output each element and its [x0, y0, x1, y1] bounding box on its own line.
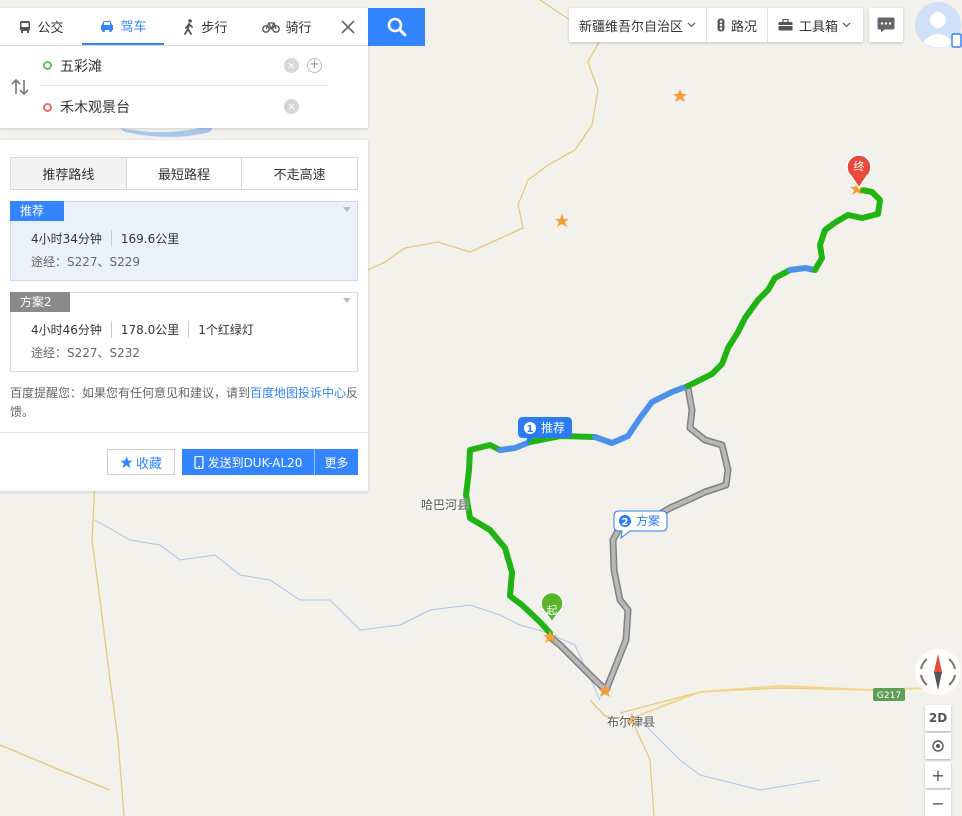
route2-callout-label: 方案	[636, 513, 660, 528]
route-result-panel: 推荐路线 最短路程 不走高速 推荐 4小时34分钟 169.6公里 途经：S22…	[0, 140, 368, 491]
compass-control[interactable]	[913, 647, 962, 696]
plan-2-expand-icon[interactable]	[343, 298, 351, 303]
route1-callout-label: 推荐	[541, 421, 565, 435]
start-marker-label: 起	[547, 604, 558, 617]
traffic-button[interactable]: 路况	[707, 8, 769, 42]
destination-clear-button[interactable]: ×	[284, 99, 299, 114]
tab-recommended[interactable]: 推荐路线	[11, 158, 127, 189]
traffic-label: 路况	[731, 19, 758, 35]
destination-input[interactable]	[60, 99, 280, 115]
user-avatar[interactable]	[912, 0, 962, 50]
complaint-center-link[interactable]: 百度地图投诉中心	[250, 386, 346, 400]
route-pref-tabs: 推荐路线 最短路程 不走高速	[10, 157, 358, 190]
traffic-light-icon	[717, 18, 725, 32]
car-icon	[101, 20, 114, 32]
walk-icon	[184, 18, 194, 35]
plan-2-distance: 178.0公里	[110, 321, 188, 338]
bus-icon	[20, 20, 31, 33]
burqin-label: 布尔津县	[607, 715, 656, 729]
plan-2-via: 途经：S227、S232	[31, 346, 141, 360]
panel-divider	[0, 432, 368, 433]
plan-1-summary: 4小时34分钟 169.6公里	[31, 230, 188, 247]
habahe-label: 哈巴河县	[421, 498, 470, 512]
plan-1-via: 途经：S227、S229	[31, 255, 141, 269]
more-button[interactable]: 更多	[314, 449, 358, 475]
plan-2-summary: 4小时46分钟 178.0公里 1个红绿灯	[31, 321, 263, 338]
route-input-box: × + ×	[0, 46, 368, 128]
travel-mode-bar: 公交 驾车 步行 骑行	[0, 8, 368, 46]
plan-1-tag: 推荐	[10, 201, 64, 221]
tab-no-highway[interactable]: 不走高速	[242, 158, 358, 189]
close-button[interactable]	[328, 8, 368, 45]
notice-prefix: 百度提醒您：如果您有任何意见和建议，请到	[10, 386, 251, 400]
swap-button[interactable]	[10, 78, 30, 96]
toolbox-label: 工具箱	[799, 19, 839, 35]
tab-bus[interactable]: 公交	[0, 8, 82, 45]
zoom-out-button[interactable]: −	[925, 790, 951, 816]
message-button[interactable]	[869, 8, 903, 42]
tab-walk-label: 步行	[201, 21, 228, 36]
search-button[interactable]	[368, 8, 425, 46]
origin-dot-icon	[43, 61, 52, 70]
search-icon	[387, 17, 406, 37]
g217-label: G217	[877, 691, 901, 701]
tab-bike-label: 骑行	[285, 21, 312, 36]
chat-icon	[877, 17, 895, 33]
top-toolbar: 新疆维吾尔自治区 路况 工具箱	[569, 8, 863, 42]
end-marker-label: 终	[854, 159, 865, 173]
locate-button[interactable]	[925, 733, 951, 759]
plan-1-time: 4小时34分钟	[31, 232, 102, 246]
bike-icon	[262, 22, 281, 33]
swap-icon	[11, 78, 29, 96]
star-icon	[120, 455, 133, 468]
tab-bus-label: 公交	[37, 21, 64, 36]
route-plan-1[interactable]: 推荐 4小时34分钟 169.6公里 途经：S227、S229	[10, 201, 358, 281]
avatar-icon	[915, 2, 962, 48]
plan-2-traffic-lights: 1个红绿灯	[188, 321, 263, 338]
send-to-phone-label: 发送到DUK-AL20	[207, 455, 303, 470]
route1-callout-num: 1	[527, 424, 534, 435]
favorite-button[interactable]: 收藏	[107, 449, 175, 475]
toolbox-button[interactable]: 工具箱	[768, 8, 861, 42]
route-plan-2[interactable]: 方案2 4小时46分钟 178.0公里 1个红绿灯 途经：S227、S232	[10, 292, 358, 372]
phone-icon	[193, 455, 204, 469]
region-selector[interactable]: 新疆维吾尔自治区	[569, 8, 708, 42]
feedback-notice: 百度提醒您：如果您有任何意见和建议，请到百度地图投诉中心反馈。	[10, 384, 360, 422]
plan-1-expand-icon[interactable]	[343, 207, 351, 212]
region-label: 新疆维吾尔自治区	[579, 19, 684, 35]
send-to-phone-button[interactable]: 发送到DUK-AL20	[182, 449, 314, 475]
chevron-down-icon	[842, 22, 851, 28]
tab-bike[interactable]: 骑行	[246, 8, 328, 45]
add-waypoint-button[interactable]: +	[307, 58, 322, 73]
locate-icon	[932, 740, 944, 752]
tab-drive-label: 驾车	[120, 20, 147, 35]
toolbox-icon	[778, 19, 793, 31]
plan-1-distance: 169.6公里	[110, 230, 188, 247]
close-icon	[341, 19, 355, 34]
tab-shortest[interactable]: 最短路程	[126, 158, 243, 189]
tab-drive[interactable]: 驾车	[82, 8, 164, 45]
destination-dot-icon	[43, 102, 52, 112]
origin-input[interactable]	[60, 57, 280, 74]
view-2d-button[interactable]: 2D	[925, 705, 951, 731]
favorite-label: 收藏	[135, 456, 162, 472]
zoom-in-button[interactable]: +	[925, 762, 951, 788]
tab-walk[interactable]: 步行	[164, 8, 246, 45]
route2-callout-num: 2	[622, 517, 629, 528]
plan-2-time: 4小时46分钟	[31, 323, 102, 337]
plan-2-tag: 方案2	[10, 292, 70, 312]
compass-icon	[915, 649, 961, 695]
origin-clear-button[interactable]: ×	[284, 58, 299, 73]
chevron-down-icon	[687, 22, 696, 28]
